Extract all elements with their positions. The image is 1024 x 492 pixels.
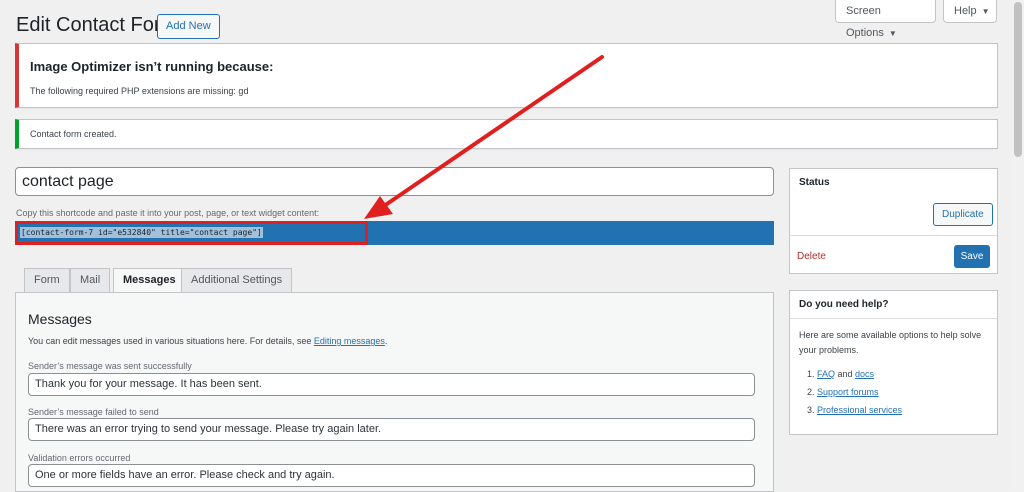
duplicate-button[interactable]: Duplicate xyxy=(933,203,993,226)
success-notice: Contact form created. xyxy=(15,119,998,149)
help-button[interactable]: Help ▼ xyxy=(943,0,997,23)
tab-mail[interactable]: Mail xyxy=(70,268,111,292)
help-list: FAQ and docs Support forums Professional… xyxy=(799,365,902,419)
docs-link[interactable]: docs xyxy=(855,369,874,379)
mail-sent-ok-input[interactable]: Thank you for your message. It has been … xyxy=(28,373,755,396)
help-heading: Do you need help? xyxy=(799,299,889,310)
help-item-professional: Professional services xyxy=(817,401,902,419)
tab-form[interactable]: Form xyxy=(24,268,70,292)
messages-description: You can edit messages used in various si… xyxy=(28,336,387,346)
editing-messages-link[interactable]: Editing messages xyxy=(314,336,385,346)
mail-sent-ng-label: Sender’s message failed to send xyxy=(28,407,159,417)
help-item-faq-docs: FAQ and docs xyxy=(817,365,902,383)
mail-sent-ng-input[interactable]: There was an error trying to send your m… xyxy=(28,418,755,441)
status-heading: Status xyxy=(799,177,830,188)
help-divider xyxy=(790,318,997,319)
messages-description-end: . xyxy=(384,336,388,346)
validation-error-input[interactable]: One or more fields have an error. Please… xyxy=(28,464,755,487)
help-label: Help xyxy=(954,5,977,17)
help-text: Here are some available options to help … xyxy=(799,330,982,355)
messages-heading: Messages xyxy=(28,311,92,327)
annotation-highlight-box xyxy=(15,221,368,245)
delete-link[interactable]: Delete xyxy=(797,251,826,262)
faq-link[interactable]: FAQ xyxy=(817,369,835,379)
messages-description-text: You can edit messages used in various si… xyxy=(28,336,314,346)
status-box: Status Duplicate Delete Save xyxy=(789,168,998,274)
status-divider xyxy=(790,235,997,236)
scrollbar-thumb[interactable] xyxy=(1014,2,1022,157)
tab-additional-settings[interactable]: Additional Settings xyxy=(181,268,293,292)
help-box: Do you need help? Here are some availabl… xyxy=(789,290,998,435)
support-forums-link[interactable]: Support forums xyxy=(817,387,879,397)
validation-error-label: Validation errors occurred xyxy=(28,453,131,463)
error-notice: Image Optimizer isn’t running because: T… xyxy=(15,43,998,108)
add-new-button[interactable]: Add New xyxy=(157,14,220,39)
error-notice-text: The following required PHP extensions ar… xyxy=(30,86,249,96)
caret-down-icon: ▼ xyxy=(888,29,897,38)
save-button[interactable]: Save xyxy=(954,245,990,268)
screen-options-label: Screen Options xyxy=(846,5,884,39)
messages-panel: Messages You can edit messages used in v… xyxy=(15,292,774,492)
help-item-support: Support forums xyxy=(817,383,902,401)
success-notice-text: Contact form created. xyxy=(30,129,117,139)
caret-down-icon: ▼ xyxy=(981,7,990,16)
and-text: and xyxy=(835,369,856,379)
shortcode-label: Copy this shortcode and paste it into yo… xyxy=(16,208,320,218)
mail-sent-ok-label: Sender’s message was sent successfully xyxy=(28,361,192,371)
arrow-head xyxy=(364,196,393,219)
form-title-input[interactable]: contact page xyxy=(15,167,774,196)
error-notice-title: Image Optimizer isn’t running because: xyxy=(30,59,274,74)
screen-options-button[interactable]: Screen Options ▼ xyxy=(835,0,936,39)
page-title: Edit Contact Form xyxy=(16,14,178,36)
professional-services-link[interactable]: Professional services xyxy=(817,405,902,415)
tab-messages[interactable]: Messages xyxy=(113,268,186,293)
